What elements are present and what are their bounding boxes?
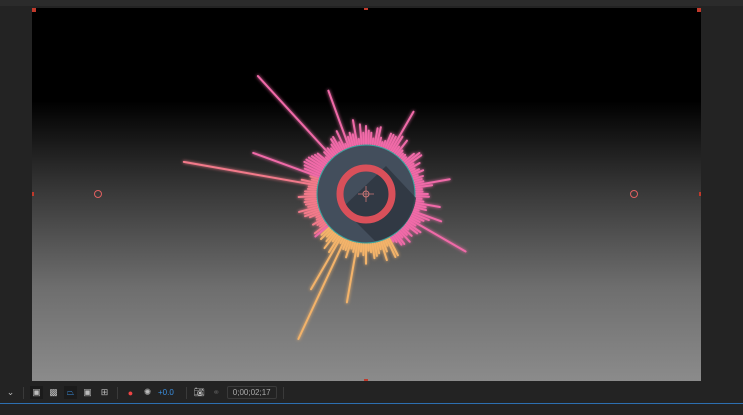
divider: [185, 386, 187, 399]
spectrum-bar: [359, 242, 363, 253]
handle-top-right[interactable]: [697, 8, 701, 12]
color-channels-icon[interactable]: ●: [124, 386, 137, 399]
current-time-display[interactable]: 0;00;02;17: [226, 386, 277, 399]
spectrum-bar: [256, 75, 334, 159]
spectrum-bar: [408, 218, 467, 253]
layer-anchor-left-icon[interactable]: [94, 190, 102, 198]
divider: [117, 386, 118, 399]
divider: [23, 386, 24, 399]
camera-snapshot-icon[interactable]: 📷︎: [193, 386, 206, 399]
spectrum-bar: [380, 141, 384, 148]
mask-path-visibility-icon[interactable]: ⏢: [64, 386, 77, 399]
show-snapshot-icon[interactable]: ⚭: [210, 386, 223, 399]
audio-spectrum-visualizer: [182, 75, 467, 341]
spectrum-bar: [414, 188, 423, 191]
spectrum-bar: [350, 241, 355, 250]
spectrum-bar: [303, 199, 318, 204]
transparency-grid-icon[interactable]: ▩: [47, 386, 60, 399]
viewer-toolbar: ⌄ ▣ ▩ ⏢ ▣ ⊞ ● ✺ +0.0 📷︎ ⚭ 0;00;02;17: [0, 384, 743, 401]
spectrum-bar: [371, 137, 375, 146]
spectrum-bar: [356, 242, 361, 258]
spectrum-bar: [182, 160, 318, 187]
spectrum-bar: [310, 178, 319, 183]
handle-top-left[interactable]: [32, 8, 36, 12]
spectrum-bar: [344, 143, 348, 149]
handle-right[interactable]: [699, 192, 701, 196]
spectrum-bar: [297, 238, 346, 341]
spectrum-bar: [357, 138, 361, 146]
panel-top-bar: [0, 0, 743, 6]
spectrum-bar: [297, 195, 318, 198]
spectrum-bar: [377, 241, 382, 251]
layer-anchor-right-icon[interactable]: [630, 190, 638, 198]
divider: [282, 386, 284, 399]
safe-margins-icon[interactable]: ▣: [81, 386, 94, 399]
handle-top[interactable]: [364, 8, 368, 10]
spectrum-bar: [411, 174, 419, 178]
spectrum-bar: [307, 185, 318, 189]
chevron-down-icon[interactable]: ⌄: [4, 386, 17, 399]
spectrum-bar: [367, 129, 370, 146]
region-of-interest-icon[interactable]: ▣: [30, 386, 43, 399]
spectrum-bar: [358, 123, 363, 146]
exposure-icon[interactable]: ✺: [141, 386, 154, 399]
spectrum-bar: [414, 195, 430, 198]
exposure-value[interactable]: +0.0: [158, 388, 174, 397]
composition-canvas[interactable]: [32, 8, 701, 381]
spectrum-bar: [304, 197, 318, 201]
spectrum-bar: [414, 197, 423, 200]
handle-left[interactable]: [32, 192, 34, 196]
guides-icon[interactable]: ⊞: [98, 386, 111, 399]
handle-bottom[interactable]: [364, 379, 368, 381]
spectrum-bar: [369, 242, 373, 254]
spectrum-bar: [306, 187, 318, 191]
spectrum-bar: [369, 131, 373, 146]
spectrum-bar: [412, 208, 420, 212]
spectrum-bar: [390, 110, 415, 152]
spectrum-bar: [414, 199, 425, 203]
timeline-divider: [0, 403, 743, 404]
